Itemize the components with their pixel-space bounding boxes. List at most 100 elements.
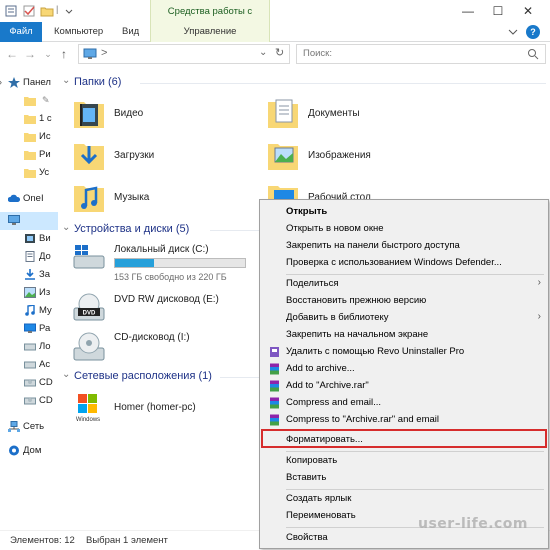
nav-item-ri[interactable]: Ри	[0, 146, 58, 164]
nav-item-cd2[interactable]: CD	[0, 392, 58, 410]
chevron-down-icon[interactable]: ⌄	[62, 222, 70, 233]
nav-item-video[interactable]: Ви	[0, 230, 58, 248]
dvd-drive-icon: DVD	[73, 293, 105, 321]
nav-item-music[interactable]: Му	[0, 302, 58, 320]
drive-dvd[interactable]: DVD DVD RW дисковод (E:)	[72, 292, 262, 332]
checkmark-icon[interactable]	[22, 4, 36, 18]
folder-label: Музыка	[114, 192, 150, 203]
forward-icon[interactable]: →	[22, 46, 38, 62]
properties-icon[interactable]	[4, 4, 18, 18]
drive-usage-bar	[114, 258, 246, 268]
drive-label: DVD RW дисковод (E:)	[114, 294, 219, 305]
folder-new-icon[interactable]	[40, 4, 54, 18]
tab-manage[interactable]: Управление	[150, 22, 270, 42]
folder-documents[interactable]: Документы	[266, 96, 446, 136]
cd-drive-icon	[24, 397, 36, 405]
folder-icon	[24, 151, 36, 160]
folder-icon	[24, 133, 36, 142]
nav-item-homegroup[interactable]: Дом	[0, 442, 58, 460]
nav-item-desktop[interactable]: Ра	[0, 320, 58, 338]
nav-item-downloads[interactable]: За	[0, 266, 58, 284]
nav-item-panel[interactable]: › Панел	[0, 74, 58, 92]
address-dropdown-icon[interactable]: ⌄	[259, 47, 267, 58]
ribbon-expand-icon[interactable]	[508, 28, 518, 36]
menu-item-restore-version[interactable]: Восстановить прежнюю версию	[262, 293, 547, 309]
nav-item-onedrive[interactable]: OneI	[0, 190, 58, 208]
menu-item-pin-quick-access[interactable]: Закрепить на панели быстрого доступа	[262, 238, 547, 254]
menu-item-open[interactable]: Открыть	[262, 204, 547, 220]
folder-music[interactable]: Музыка	[72, 180, 252, 220]
qat-dropdown-icon[interactable]	[62, 4, 76, 18]
nav-item-1c[interactable]: 1 с	[0, 110, 58, 128]
menu-item-windows-defender[interactable]: Проверка с использованием Windows Defend…	[262, 255, 547, 271]
title-bar: | Средства работы с дисками — ☐ ✕	[0, 0, 550, 41]
nav-item-this-pc[interactable]	[0, 212, 58, 230]
folder-video[interactable]: Видео	[72, 96, 252, 136]
folder-images[interactable]: Изображения	[266, 138, 446, 178]
help-button[interactable]: ?	[526, 25, 540, 39]
menu-item-pin-start[interactable]: Закрепить на начальном экране	[262, 327, 547, 343]
tab-computer[interactable]: Компьютер	[54, 22, 103, 42]
folder-icon	[24, 97, 36, 106]
drive-icon	[24, 361, 36, 369]
drive-c[interactable]: Локальный диск (C:) 153 ГБ свободно из 2…	[72, 242, 262, 282]
up-icon[interactable]: ↑	[56, 46, 72, 62]
menu-item-compress-email[interactable]: Compress and email...	[262, 395, 547, 411]
tab-file[interactable]: Файл	[0, 22, 42, 42]
chevron-down-icon[interactable]: ⌄	[62, 75, 70, 86]
chevron-right-icon[interactable]: ›	[0, 77, 2, 87]
group-folders[interactable]: ⌄ Папки (6)	[60, 75, 546, 91]
documents-folder-icon	[268, 99, 298, 128]
menu-item-revo-uninstall[interactable]: Удалить с помощью Revo Uninstaller Pro	[262, 344, 547, 360]
search-box[interactable]: Поиск:	[296, 44, 546, 64]
menu-item-add-to-archive-rar[interactable]: Add to "Archive.rar"	[262, 378, 547, 394]
tab-view[interactable]: Вид	[122, 22, 139, 42]
menu-item-add-to-library[interactable]: Добавить в библиотеку ›	[262, 310, 547, 326]
network-homer[interactable]: Windows Homer (homer-pc)	[72, 390, 262, 430]
minimize-button[interactable]: —	[454, 0, 482, 22]
menu-label: Вставить	[286, 472, 327, 483]
nav-label: За	[39, 269, 51, 280]
nav-item-ac[interactable]: Ac	[0, 356, 58, 374]
menu-item-paste[interactable]: Вставить	[262, 470, 547, 486]
close-button[interactable]: ✕	[514, 0, 542, 22]
selection-count: Выбран 1 элемент	[86, 535, 168, 546]
path-separator[interactable]: >	[101, 47, 107, 59]
menu-item-share[interactable]: Поделиться ›	[262, 276, 547, 292]
nav-item-documents[interactable]: До	[0, 248, 58, 266]
nav-item-cd1[interactable]: CD	[0, 374, 58, 392]
menu-item-add-to-archive[interactable]: Add to archive...	[262, 361, 547, 377]
nav-label: Ус	[39, 167, 50, 178]
nav-item-us[interactable]: Ус	[0, 164, 58, 182]
menu-item-compress-rar-email[interactable]: Compress to "Archive.rar" and email	[262, 412, 547, 428]
menu-item-properties[interactable]: Свойства	[262, 530, 547, 546]
menu-item-open-new-window[interactable]: Открыть в новом окне	[262, 221, 547, 237]
desktop-icon	[24, 323, 36, 333]
menu-item-create-shortcut[interactable]: Создать ярлык	[262, 491, 547, 507]
maximize-button[interactable]: ☐	[484, 0, 512, 22]
network-icon	[8, 421, 20, 432]
highlight-box	[261, 429, 547, 448]
drive-icon	[24, 343, 36, 351]
address-bar[interactable]: > ⌄ ↻	[78, 44, 290, 64]
drive-usage-fill	[115, 259, 154, 267]
contextual-tab-group: Средства работы с дисками	[150, 0, 270, 41]
menu-label: Compress to "Archive.rar" and email	[286, 414, 439, 425]
cd-drive-icon	[73, 332, 105, 361]
back-icon[interactable]: ←	[4, 46, 20, 62]
search-icon[interactable]	[527, 48, 539, 60]
nav-item-network[interactable]: Сеть	[0, 418, 58, 436]
refresh-icon[interactable]: ↻	[275, 46, 284, 59]
nav-item-pinned[interactable]: ✎	[0, 92, 58, 110]
network-label: Homer (homer-pc)	[114, 402, 196, 413]
nav-item-local-disk[interactable]: Ло	[0, 338, 58, 356]
nav-item-images[interactable]: Из	[0, 284, 58, 302]
folder-downloads[interactable]: Загрузки	[72, 138, 252, 178]
submenu-arrow-icon: ›	[537, 277, 541, 288]
drive-cd[interactable]: CD-дисковод (I:)	[72, 330, 262, 370]
nav-item-is[interactable]: Ис	[0, 128, 58, 146]
menu-item-copy[interactable]: Копировать	[262, 453, 547, 469]
recent-locations-icon[interactable]: ⌄	[40, 46, 56, 62]
chevron-down-icon[interactable]: ⌄	[62, 369, 70, 380]
winrar-icon	[270, 363, 279, 375]
